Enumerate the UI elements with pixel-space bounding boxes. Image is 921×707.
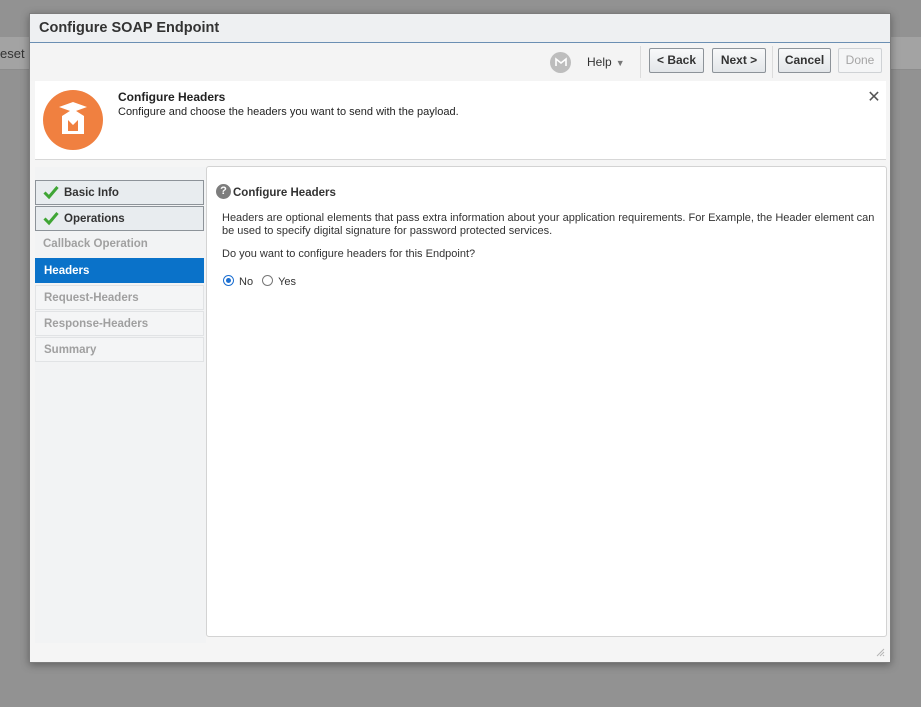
- section-title: Configure Headers: [233, 187, 336, 199]
- train-step-label: Callback Operation: [43, 238, 148, 250]
- train-step-callback-operation: Callback Operation: [35, 232, 204, 257]
- help-menu[interactable]: Help ▼: [587, 55, 625, 69]
- header-description: Configure and choose the headers you wan…: [118, 106, 459, 118]
- train-step-label: Summary: [44, 344, 97, 356]
- radio-yes[interactable]: [262, 275, 274, 286]
- cancel-button[interactable]: Cancel: [778, 48, 831, 73]
- train-step-label: Response-Headers: [44, 318, 149, 330]
- content-panel: ? Configure Headers Headers are optional…: [206, 166, 887, 637]
- help-label: Help: [587, 55, 612, 69]
- graduation-cap-icon: [59, 102, 87, 134]
- train-step-request-headers: Request-Headers: [35, 285, 204, 310]
- header-title: Configure Headers: [118, 90, 226, 104]
- dialog-toolbar: Help ▼ < Back Next > Cancel Done: [30, 43, 890, 81]
- done-button: Done: [838, 48, 882, 73]
- background-partial-label: eset: [0, 46, 25, 61]
- radio-no-label[interactable]: No: [239, 276, 253, 288]
- help-paragraph: Headers are optional elements that pass …: [222, 212, 875, 237]
- back-button[interactable]: < Back: [649, 48, 704, 73]
- train-step-label: Basic Info: [64, 187, 119, 199]
- radio-yes-label[interactable]: Yes: [278, 276, 296, 288]
- radio-no[interactable]: [223, 275, 234, 286]
- train-step-label: Headers: [44, 265, 90, 277]
- train-step-label: Request-Headers: [44, 292, 139, 304]
- train-step-operations[interactable]: Operations: [35, 206, 204, 231]
- train-step-label: Operations: [64, 213, 125, 225]
- train-step-response-headers: Response-Headers: [35, 311, 204, 336]
- dialog-title-bar[interactable]: Configure SOAP Endpoint: [30, 14, 890, 43]
- close-icon[interactable]: ✕: [866, 89, 882, 107]
- toolbar-separator: [640, 46, 641, 78]
- dialog-title: Configure SOAP Endpoint: [39, 20, 220, 36]
- checkmark-icon: [43, 212, 59, 226]
- question-icon[interactable]: ?: [216, 184, 231, 199]
- train-step-basic-info[interactable]: Basic Info: [35, 180, 204, 205]
- configure-question: Do you want to configure headers for thi…: [222, 248, 476, 260]
- toolbar-separator: [772, 46, 773, 78]
- oracle-icon: [550, 52, 571, 73]
- next-button[interactable]: Next >: [712, 48, 766, 73]
- chevron-down-icon: ▼: [615, 58, 625, 68]
- headers-radio-group: No Yes: [223, 275, 305, 288]
- train-step-headers[interactable]: Headers: [35, 258, 204, 283]
- checkmark-icon: [43, 186, 59, 200]
- wizard-train: Basic Info Operations Callback Operation…: [35, 167, 206, 643]
- train-step-summary: Summary: [35, 337, 204, 362]
- resize-grip-icon[interactable]: [876, 648, 885, 657]
- step-badge: [43, 90, 103, 150]
- configure-soap-endpoint-dialog: Configure SOAP Endpoint Help ▼ < Back Nex…: [29, 13, 891, 663]
- page-header: Configure Headers Configure and choose t…: [35, 81, 886, 160]
